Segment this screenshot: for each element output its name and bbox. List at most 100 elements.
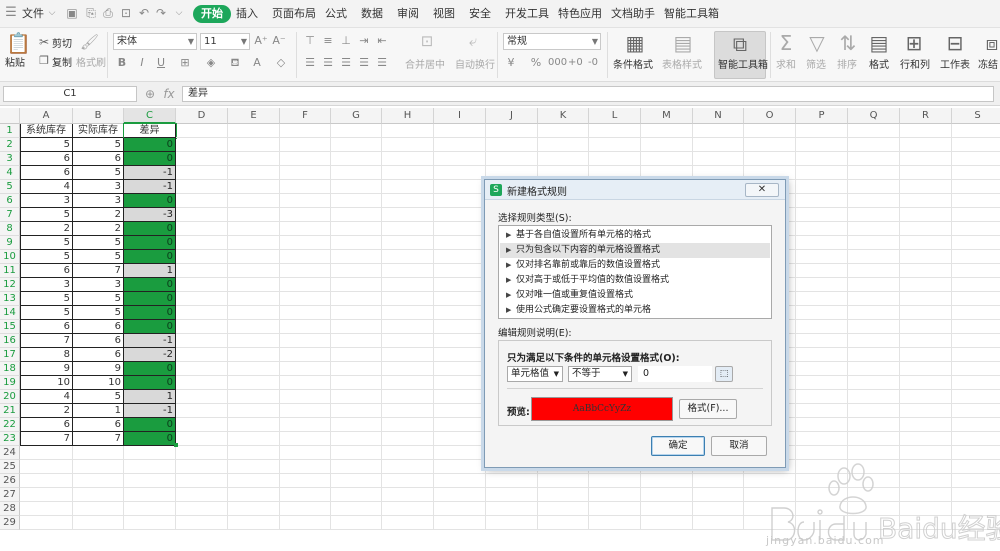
empty-cell[interactable] [900, 264, 952, 278]
empty-cell[interactable] [744, 152, 796, 166]
fill-color-icon[interactable]: ◈ [204, 54, 218, 72]
empty-cell[interactable] [434, 502, 486, 516]
increase-decimal-icon[interactable]: +0 [568, 54, 583, 72]
fill-bucket-icon[interactable]: ⛾ [228, 54, 242, 72]
data-cell[interactable]: 5 [20, 292, 73, 306]
row-header[interactable]: 8 [0, 222, 20, 236]
column-header-g[interactable]: G [331, 108, 382, 124]
empty-cell[interactable] [382, 138, 434, 152]
empty-cell[interactable] [900, 138, 952, 152]
row-header[interactable]: 13 [0, 292, 20, 306]
empty-cell[interactable] [796, 292, 848, 306]
distribute-icon[interactable]: ☰ [376, 54, 388, 72]
empty-cell[interactable] [228, 418, 280, 432]
empty-cell[interactable] [434, 208, 486, 222]
empty-cell[interactable] [382, 334, 434, 348]
file-menu[interactable]: 文件 [22, 0, 44, 28]
empty-cell[interactable] [848, 362, 900, 376]
empty-cell[interactable] [280, 488, 331, 502]
data-cell[interactable]: 4 [20, 390, 73, 404]
empty-cell[interactable] [176, 418, 228, 432]
empty-cell[interactable] [900, 222, 952, 236]
empty-cell[interactable] [589, 488, 641, 502]
empty-cell[interactable] [641, 488, 693, 502]
column-header-r[interactable]: R [900, 108, 952, 124]
font-grow-icon[interactable]: A⁺ [254, 32, 268, 50]
data-cell[interactable]: 7 [20, 334, 73, 348]
diff-cell[interactable]: 0 [124, 194, 176, 208]
empty-cell[interactable] [382, 250, 434, 264]
empty-cell[interactable] [796, 180, 848, 194]
underline-icon[interactable]: U [155, 54, 167, 72]
data-cell[interactable]: 3 [73, 194, 124, 208]
empty-cell[interactable] [900, 124, 952, 138]
diff-cell[interactable]: 0 [124, 222, 176, 236]
formula-input[interactable]: 差异 [182, 86, 994, 102]
empty-cell[interactable] [848, 166, 900, 180]
empty-cell[interactable] [382, 446, 434, 460]
cancel-button[interactable]: 取消 [711, 436, 767, 456]
empty-cell[interactable] [486, 124, 538, 138]
column-header-s[interactable]: S [952, 108, 1000, 124]
diff-cell[interactable]: 0 [124, 376, 176, 390]
row-header[interactable]: 11 [0, 264, 20, 278]
empty-cell[interactable] [73, 446, 124, 460]
smart-toolbox-button[interactable]: 智能工具箱 [718, 56, 768, 71]
empty-cell[interactable] [952, 278, 1000, 292]
empty-cell[interactable] [176, 278, 228, 292]
format-icon[interactable]: ▤ [868, 32, 890, 54]
diff-cell[interactable]: 1 [124, 264, 176, 278]
column-header-i[interactable]: I [434, 108, 486, 124]
empty-cell[interactable] [693, 166, 744, 180]
rule-type-item[interactable]: ▶ 使用公式确定要设置格式的单元格 [500, 303, 770, 318]
toolbox-icon[interactable]: ⧉ [729, 33, 751, 55]
rule-type-item[interactable]: ▶ 仅对唯一值或重复值设置格式 [500, 288, 770, 303]
empty-cell[interactable] [900, 152, 952, 166]
column-header-b[interactable]: B [73, 108, 124, 124]
font-size-select[interactable]: 11 ▼ [200, 33, 250, 50]
empty-cell[interactable] [848, 418, 900, 432]
name-box[interactable]: C1 [3, 86, 137, 102]
empty-cell[interactable] [331, 432, 382, 446]
empty-cell[interactable] [20, 488, 73, 502]
row-header[interactable]: 20 [0, 390, 20, 404]
data-cell[interactable]: 2 [20, 222, 73, 236]
empty-cell[interactable] [538, 488, 589, 502]
empty-cell[interactable] [280, 236, 331, 250]
empty-cell[interactable] [900, 334, 952, 348]
data-cell[interactable]: 5 [73, 138, 124, 152]
empty-cell[interactable] [331, 138, 382, 152]
empty-cell[interactable] [331, 348, 382, 362]
empty-cell[interactable] [796, 264, 848, 278]
tab-formula[interactable]: 公式 [325, 0, 347, 28]
empty-cell[interactable] [228, 334, 280, 348]
empty-cell[interactable] [952, 390, 1000, 404]
empty-cell[interactable] [176, 306, 228, 320]
empty-cell[interactable] [228, 166, 280, 180]
row-header[interactable]: 24 [0, 446, 20, 460]
data-cell[interactable]: 5 [20, 250, 73, 264]
empty-cell[interactable] [796, 166, 848, 180]
empty-cell[interactable] [952, 334, 1000, 348]
data-cell[interactable]: 7 [73, 264, 124, 278]
row-header[interactable]: 1 [0, 124, 20, 138]
empty-cell[interactable] [228, 404, 280, 418]
data-cell[interactable]: 5 [73, 390, 124, 404]
empty-cell[interactable] [228, 222, 280, 236]
empty-cell[interactable] [538, 474, 589, 488]
header-cell[interactable]: 实际库存 [73, 124, 124, 138]
row-header[interactable]: 17 [0, 348, 20, 362]
empty-cell[interactable] [280, 446, 331, 460]
empty-cell[interactable] [848, 208, 900, 222]
conditional-format-button[interactable]: 条件格式 [613, 56, 653, 71]
empty-cell[interactable] [280, 390, 331, 404]
empty-cell[interactable] [744, 124, 796, 138]
empty-cell[interactable] [434, 516, 486, 530]
empty-cell[interactable] [900, 306, 952, 320]
empty-cell[interactable] [952, 180, 1000, 194]
column-header-n[interactable]: N [693, 108, 744, 124]
empty-cell[interactable] [176, 166, 228, 180]
empty-cell[interactable] [228, 250, 280, 264]
data-cell[interactable]: 6 [20, 264, 73, 278]
empty-cell[interactable] [73, 516, 124, 530]
